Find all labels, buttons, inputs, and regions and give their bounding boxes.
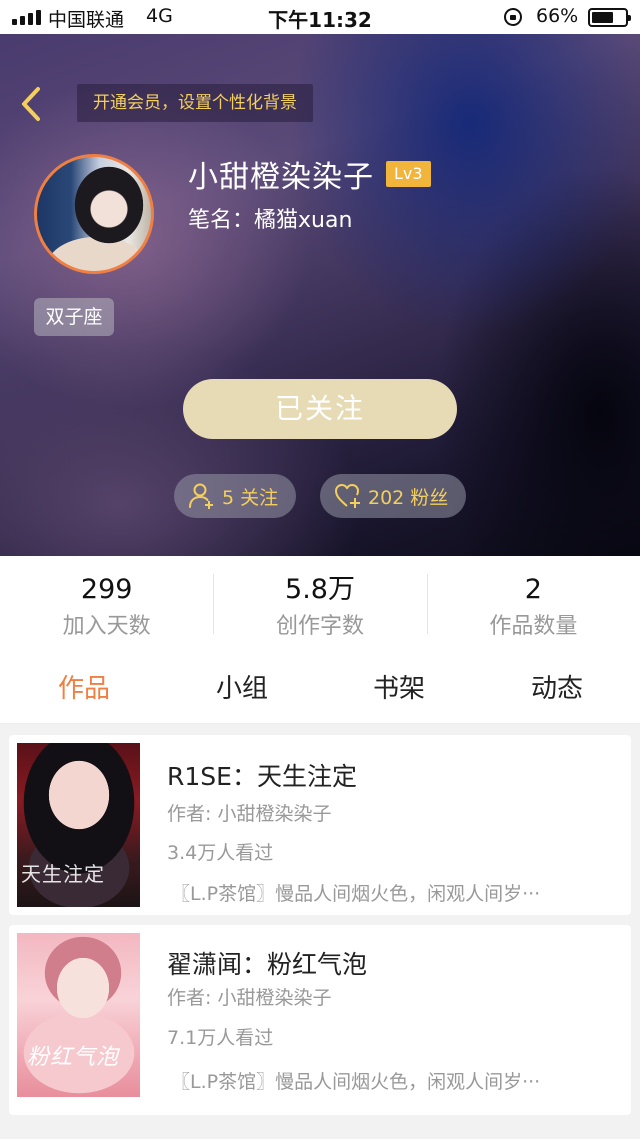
stat-label: 作品数量 [489, 614, 578, 639]
book-description: 〖L.P茶馆〗慢品人间烟火色，闲观人间岁··· [171, 1071, 541, 1093]
profile-header: 开通会员，设置个性化背景 双子座 小甜橙染染子 Lv3 笔名：橘猫xuan 已关… [0, 34, 640, 556]
nickname-row: 小甜橙染染子 Lv3 [188, 152, 431, 196]
battery-fill [592, 12, 613, 23]
stat-label: 加入天数 [62, 614, 151, 639]
battery-icon [588, 8, 631, 27]
book-cover[interactable]: 粉红气泡 [17, 933, 140, 1097]
add-user-icon [189, 483, 213, 509]
tab-group[interactable]: 小组 [216, 668, 268, 705]
profile-tabs: 作品 小组 书架 动态 [0, 656, 640, 722]
status-bar: 中国联通 4G 下午11:32 66% [0, 0, 640, 34]
book-views: 3.4万人看过 [167, 842, 274, 864]
avatar[interactable] [34, 154, 154, 274]
level-badge: Lv3 [386, 161, 431, 187]
battery-percentage: 66% [536, 5, 579, 27]
stat-label: 创作字数 [275, 614, 364, 639]
following-count-button[interactable]: 5 关注 [174, 474, 296, 518]
book-title[interactable]: R1SE：天生注定 [167, 757, 357, 793]
stat-value: 5.8万 [285, 574, 355, 605]
following-count: 5 关注 [222, 486, 279, 509]
cover-title: 粉红气泡 [27, 1045, 120, 1070]
book-author: 作者: 小甜橙染染子 [167, 987, 332, 1009]
heart-plus-icon [335, 484, 360, 508]
book-views: 7.1万人看过 [167, 1027, 274, 1049]
vip-background-banner[interactable]: 开通会员，设置个性化背景 [77, 84, 313, 122]
list-item[interactable]: 天生注定 R1SE：天生注定 作者: 小甜橙染染子 3.4万人看过 〖L.P茶馆… [9, 735, 631, 915]
tab-bookshelf[interactable]: 书架 [373, 668, 425, 705]
fans-count: 202 粉丝 [368, 486, 449, 509]
nickname: 小甜橙染染子 [188, 160, 374, 195]
fans-count-button[interactable]: 202 粉丝 [320, 474, 466, 518]
book-cover[interactable]: 天生注定 [17, 743, 140, 907]
book-title[interactable]: 翟潇闻：粉红气泡 [167, 945, 367, 981]
chevron-left-icon[interactable] [16, 86, 46, 122]
cover-title: 天生注定 [21, 862, 105, 886]
constellation-tag: 双子座 [34, 298, 114, 336]
tab-works[interactable]: 作品 [58, 668, 110, 705]
follow-button[interactable]: 已关注 [183, 379, 457, 439]
book-author: 作者: 小甜橙染染子 [167, 803, 332, 825]
stats-row: 299 加入天数 5.8万 创作字数 2 作品数量 [0, 556, 640, 646]
stat-works-count: 2 作品数量 [426, 556, 640, 646]
stat-value: 2 [524, 574, 542, 605]
stat-days-joined: 299 加入天数 [0, 556, 213, 646]
pen-name: 笔名：橘猫xuan [188, 208, 353, 233]
stat-words-written: 5.8万 创作字数 [213, 556, 426, 646]
book-description: 〖L.P茶馆〗慢品人间烟火色，闲观人间岁··· [171, 883, 541, 905]
list-item[interactable]: 粉红气泡 翟潇闻：粉红气泡 作者: 小甜橙染染子 7.1万人看过 〖L.P茶馆〗… [9, 925, 631, 1115]
tab-activity[interactable]: 动态 [531, 668, 583, 705]
rotation-lock-icon [504, 8, 522, 26]
stat-value: 299 [80, 574, 133, 605]
